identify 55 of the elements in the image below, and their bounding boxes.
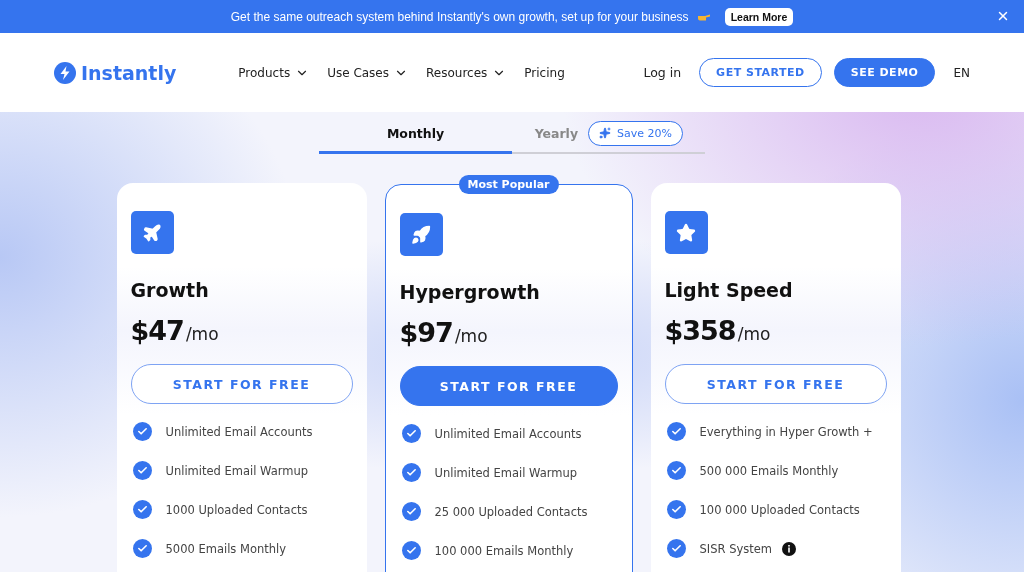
save-badge: Save 20% (588, 120, 683, 146)
feature-text: 100 000 Emails Monthly (434, 543, 574, 558)
check-icon (132, 461, 152, 480)
close-icon[interactable] (996, 9, 1010, 23)
plan-price: $47 (130, 315, 184, 346)
plan-name: Light Speed (664, 279, 794, 301)
feature-text: 5000 Emails Monthly (165, 541, 287, 556)
price-period: /mo (454, 326, 488, 346)
feature-text: Everything in Hyper Growth + (699, 424, 873, 439)
plan-price: $97 (399, 317, 453, 348)
check-icon (666, 539, 686, 558)
login-link[interactable]: Log in (643, 65, 682, 80)
check-icon (132, 500, 152, 519)
feature-text: 500 000 Emails Monthly (699, 463, 839, 478)
price-period: /mo (185, 324, 219, 344)
see-demo-button[interactable]: SEE DEMO (833, 58, 936, 87)
check-icon (666, 422, 686, 441)
learn-more-button[interactable]: Learn More (724, 7, 794, 26)
check-icon (666, 461, 686, 480)
feature-text: 25 000 Uploaded Contacts (434, 504, 588, 519)
check-icon (132, 539, 152, 558)
language-selector[interactable]: EN (953, 65, 970, 80)
check-icon (666, 500, 686, 519)
feature-text: Unlimited Email Warmup (434, 465, 578, 480)
banner-text: Get the same outreach system behind Instantly's own growth, set up for your business (230, 9, 689, 24)
check-icon (401, 463, 421, 482)
plane-icon (130, 211, 174, 254)
most-popular-badge: Most Popular (458, 175, 559, 194)
feature-text: Unlimited Email Warmup (165, 463, 309, 478)
lightning-logo-icon (54, 61, 76, 84)
start-for-free-button[interactable]: START FOR FREE (399, 366, 618, 406)
nav-menu-item[interactable]: Resources (426, 65, 507, 80)
rocket-icon (399, 213, 443, 256)
start-for-free-button[interactable]: START FOR FREE (130, 364, 353, 404)
nav-menu-item[interactable]: Pricing (524, 65, 565, 80)
feature-text: 1000 Uploaded Contacts (165, 502, 308, 517)
price-period: /mo (737, 324, 771, 344)
nav-menu-item[interactable]: Products (238, 65, 310, 80)
feature-text: Unlimited Email Accounts (434, 426, 582, 441)
plan-name: Hypergrowth (399, 281, 541, 303)
nav-menu-item[interactable]: Use Cases (327, 65, 408, 80)
check-icon (401, 541, 421, 560)
info-icon (782, 541, 797, 556)
check-icon (401, 424, 421, 443)
feature-text: Unlimited Email Accounts (165, 424, 313, 439)
plan-name: Growth (130, 279, 210, 301)
logo-text[interactable]: Instantly (81, 61, 177, 84)
plan-price: $358 (664, 315, 736, 346)
feature-text: SISR System (699, 541, 773, 556)
check-icon (132, 422, 152, 441)
check-icon (401, 502, 421, 521)
start-for-free-button[interactable]: START FOR FREE (664, 364, 887, 404)
get-started-button[interactable]: GET STARTED (699, 58, 822, 87)
feature-text: 100 000 Uploaded Contacts (699, 502, 860, 517)
billing-tab[interactable]: Monthly (386, 125, 445, 141)
